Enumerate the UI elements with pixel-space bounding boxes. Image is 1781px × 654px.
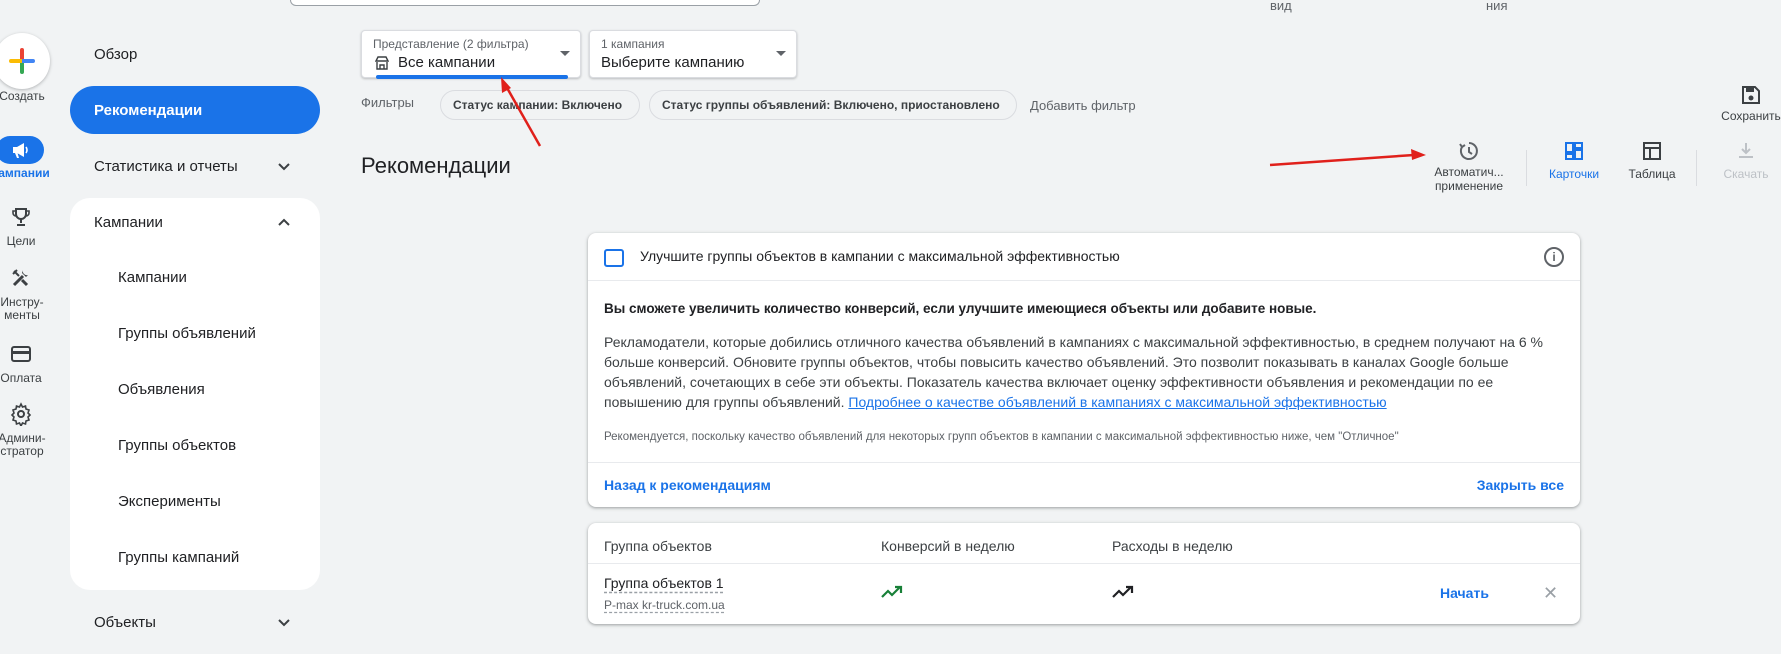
nav-campaigns-group: Кампании Кампании Группы объявлений Объя… — [70, 198, 320, 590]
trending-up-icon — [881, 585, 903, 598]
nav-sub-item[interactable]: Группы объектов — [118, 437, 236, 454]
card-body: Рекламодатели, которые добились отличног… — [604, 332, 1564, 412]
view-selector-value: Все кампании — [398, 54, 496, 71]
create-label: Создать — [0, 89, 45, 103]
filter-chip-adgroup-status[interactable]: Статус группы объявлений: Включено, прио… — [649, 90, 1017, 120]
view-selector[interactable]: Представление (2 фильтра) Все кампании — [361, 30, 581, 79]
table-label: Таблица — [1628, 167, 1676, 181]
back-to-recommendations-link[interactable]: Назад к рекомендациям — [604, 477, 771, 493]
cards-view-button[interactable]: Карточки — [1540, 140, 1608, 181]
save-icon — [1742, 86, 1760, 104]
asset-group-icon — [604, 249, 624, 267]
dismiss-icon[interactable]: ✕ — [1543, 583, 1558, 604]
card-lead: Вы сможете увеличить количество конверси… — [604, 301, 1317, 316]
column-header: Расходы в неделю — [1112, 538, 1233, 554]
nav-recommendations[interactable]: Рекомендации — [70, 86, 320, 134]
left-rail: Создать ампании Цели Инстру- менты Оплат… — [0, 0, 62, 654]
cards-icon — [1565, 142, 1583, 160]
top-menu-fragment[interactable]: ния — [1486, 0, 1507, 13]
rail-billing-label: Оплата — [0, 371, 42, 385]
credit-card-icon[interactable] — [9, 342, 33, 366]
dropdown-arrow-icon — [776, 51, 786, 56]
asset-group-name[interactable]: Группа объектов 1 — [604, 575, 724, 591]
download-label: Скачать — [1723, 167, 1769, 181]
rail-admin-label: Админи- стратор — [0, 431, 46, 458]
nav-stats-label: Статистика и отчеты — [94, 157, 238, 175]
auto-apply-button[interactable]: Автоматич... применение — [1424, 140, 1514, 193]
chevron-down-icon — [278, 619, 290, 627]
nav-objects-label: Объекты — [94, 613, 156, 631]
filters-label: Фильтры — [361, 95, 415, 110]
top-search-bar[interactable] — [290, 0, 760, 6]
store-icon — [375, 56, 389, 70]
nav-objects[interactable]: Объекты — [70, 598, 320, 646]
nav-campaigns-header[interactable]: Кампании — [70, 198, 320, 246]
rail-campaigns-button[interactable] — [0, 136, 44, 164]
campaign-selector[interactable]: 1 кампания Выберите кампанию — [589, 30, 797, 78]
close-all-link[interactable]: Закрыть все — [1477, 477, 1564, 493]
rail-goals-label: Цели — [6, 234, 36, 248]
nav-sub-item[interactable]: Объявления — [118, 381, 205, 398]
download-icon — [1739, 143, 1753, 158]
save-label: Сохранить — [1721, 109, 1781, 123]
trophy-icon[interactable] — [9, 205, 33, 229]
table-view-button[interactable]: Таблица — [1620, 140, 1684, 181]
asset-group-campaign[interactable]: P-max kr-truck.com.ua — [604, 598, 725, 612]
column-header: Группа объектов — [604, 538, 712, 554]
rail-tools-label: Инстру- менты — [0, 295, 44, 322]
campaign-selector-value: Выберите кампанию — [601, 54, 745, 71]
tools-icon[interactable] — [9, 266, 33, 290]
nav-sub-item[interactable]: Группы объявлений — [118, 325, 256, 342]
auto-apply-clock-icon — [1459, 142, 1478, 160]
nav-overview[interactable]: Обзор — [70, 30, 320, 78]
nav-stats[interactable]: Статистика и отчеты — [70, 142, 320, 190]
filter-chip-campaign-status[interactable]: Статус кампании: Включено — [440, 90, 640, 120]
nav-panel: Обзор Рекомендации Статистика и отчеты К… — [62, 0, 327, 654]
info-icon[interactable]: i — [1544, 247, 1564, 267]
top-menu-fragment[interactable]: вид — [1270, 0, 1292, 13]
table-icon — [1643, 142, 1661, 160]
recommendation-card: Улучшите группы объектов в кампании с ма… — [588, 233, 1580, 507]
card-note: Рекомендуется, поскольку качество объявл… — [604, 431, 1399, 443]
start-button[interactable]: Начать — [1440, 585, 1489, 601]
megaphone-icon — [13, 143, 28, 158]
asset-group-table: Группа объектов Конверсий в неделю Расхо… — [588, 523, 1580, 624]
save-button[interactable]: Сохранить — [1716, 84, 1781, 123]
chevron-down-icon — [278, 163, 290, 171]
add-filter-button[interactable]: Добавить фильтр — [1030, 98, 1136, 113]
gear-icon[interactable] — [9, 402, 33, 426]
dropdown-arrow-icon — [560, 51, 570, 56]
card-title: Улучшите группы объектов в кампании с ма… — [640, 248, 1120, 264]
chevron-up-icon — [278, 218, 290, 226]
download-button[interactable]: Скачать — [1714, 140, 1778, 181]
campaign-selector-caption: 1 кампания — [601, 37, 665, 51]
annotation-arrow — [1269, 149, 1426, 167]
cards-label: Карточки — [1548, 167, 1600, 181]
nav-sub-item[interactable]: Эксперименты — [118, 493, 221, 510]
nav-sub-item[interactable]: Группы кампаний — [118, 549, 239, 566]
nav-sub-item[interactable]: Кампании — [118, 269, 187, 286]
nav-campaigns-label: Кампании — [94, 213, 163, 231]
rail-campaigns-label: ампании — [0, 166, 50, 180]
learn-more-link[interactable]: Подробнее о качестве объявлений в кампан… — [848, 394, 1386, 410]
column-header: Конверсий в неделю — [881, 538, 1015, 554]
view-selector-caption: Представление (2 фильтра) — [373, 37, 529, 51]
auto-apply-label: Автоматич... применение — [1434, 165, 1504, 193]
create-button[interactable] — [0, 33, 50, 89]
trending-up-icon — [1112, 585, 1134, 598]
page-title: Рекомендации — [361, 153, 511, 178]
